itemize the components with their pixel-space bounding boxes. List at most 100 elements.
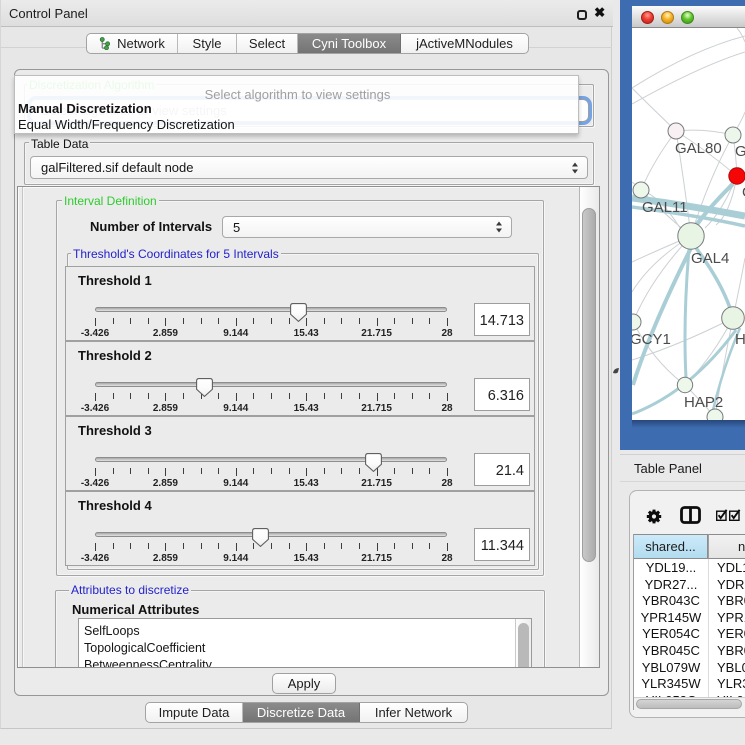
minor-tick	[253, 318, 254, 324]
network-node-h[interactable]	[722, 307, 745, 330]
split-view-icon[interactable]	[680, 506, 701, 524]
attribute-item-selfloops[interactable]: SelfLoops	[84, 624, 140, 638]
minor-tick	[148, 543, 149, 549]
threshold-4-panel: Threshold 4-3.4262.8599.14415.4321.71528…	[65, 491, 535, 566]
minor-tick	[429, 543, 430, 549]
minor-tick	[148, 468, 149, 474]
table-data-combobox[interactable]: galFiltered.sif default node	[30, 156, 588, 179]
network-node-gal4[interactable]	[678, 223, 704, 249]
tick-label: 15.43	[294, 553, 319, 564]
cell-shared-name: YBR045C	[634, 643, 708, 658]
attributes-list-scrollbar[interactable]	[515, 619, 531, 668]
popup-hint-item[interactable]: Select algorithm to view settings	[18, 87, 577, 102]
combo-arrows-icon	[495, 221, 503, 233]
network-node-ga[interactable]	[725, 127, 741, 143]
attributes-list-scrollbar-thumb[interactable]	[518, 623, 529, 668]
network-canvas[interactable]: GAL80GAGGAL11GAL4GCY1HHAP2	[632, 28, 745, 420]
network-node-hap2[interactable]	[677, 377, 692, 392]
column-header-shared-name[interactable]: shared...	[634, 534, 708, 559]
network-edge	[632, 88, 676, 131]
threshold-4-slider-thumb[interactable]	[252, 528, 269, 547]
float-window-icon[interactable]	[577, 10, 587, 20]
threshold-3-slider-track[interactable]	[95, 457, 447, 462]
major-tick	[236, 543, 237, 551]
minor-tick	[412, 393, 413, 399]
threshold-1-slider-track[interactable]	[95, 307, 447, 312]
table-horizontal-scrollbar[interactable]	[634, 697, 745, 710]
tick-label: -3.426	[81, 478, 109, 489]
popup-item-equal-width[interactable]: Equal Width/Frequency Discretization	[18, 117, 235, 132]
threshold-4-value-field[interactable]: 11.344	[474, 528, 530, 561]
tab-network[interactable]: Network	[87, 34, 178, 53]
network-node-gcy1[interactable]	[632, 314, 641, 330]
tab-impute-data[interactable]: Impute Data	[146, 703, 243, 722]
tab-jactivemnodules[interactable]: jActiveMNodules	[401, 34, 528, 53]
table-horizontal-scrollbar-thumb[interactable]	[636, 699, 742, 709]
close-traffic-light-icon[interactable]	[641, 11, 654, 24]
network-edge	[632, 36, 745, 88]
tab-select[interactable]: Select	[237, 34, 298, 53]
tick-label: 21.715	[361, 328, 392, 339]
major-tick	[447, 468, 448, 476]
minor-tick	[218, 468, 219, 474]
threshold-4-slider-track[interactable]	[95, 532, 447, 537]
threshold-1-value-field[interactable]: 14.713	[474, 303, 530, 336]
table-row[interactable]: YPR145WYPR1	[634, 610, 745, 627]
minor-tick	[130, 468, 131, 474]
network-node-gal11[interactable]	[633, 182, 649, 198]
minor-tick	[218, 393, 219, 399]
tick-label: 15.43	[294, 328, 319, 339]
settings-vertical-scrollbar-thumb[interactable]	[582, 208, 596, 562]
gear-icon[interactable]	[646, 509, 662, 524]
number-of-intervals-combobox[interactable]: 5	[222, 216, 512, 238]
checkbox-icon[interactable]	[729, 509, 741, 521]
table-row[interactable]: YDL19...YDL1	[634, 560, 745, 577]
control-panel-window: Control Panel ✖ NetworkStyleSelectCyni T…	[0, 0, 612, 729]
cyni-toolbox-panel: Discretization Algorithm Select algorith…	[14, 69, 609, 696]
mouse-cursor	[612, 367, 622, 377]
threshold-4-label: Threshold 4	[78, 498, 152, 513]
minor-tick	[324, 468, 325, 474]
zoom-traffic-light-icon[interactable]	[681, 11, 694, 24]
tick-label: 21.715	[361, 553, 392, 564]
threshold-1-slider-thumb[interactable]	[290, 303, 307, 322]
network-node-gal80[interactable]	[668, 123, 684, 139]
table-row[interactable]: YLR345WYLR3	[634, 676, 745, 693]
tab-style[interactable]: Style	[178, 34, 237, 53]
checkbox-icon[interactable]	[716, 509, 728, 521]
major-tick	[95, 318, 96, 326]
table-row[interactable]: YBR045CYBR0	[634, 643, 745, 660]
network-node[interactable]	[707, 409, 723, 420]
table-row[interactable]: YBR043CYBR0	[634, 593, 745, 610]
threshold-2-slider-track[interactable]	[95, 382, 447, 387]
minor-tick	[218, 318, 219, 324]
network-edge	[676, 130, 733, 135]
tab-discretize-data[interactable]: Discretize Data	[243, 703, 360, 722]
minor-tick	[324, 318, 325, 324]
threshold-2-slider-thumb[interactable]	[196, 378, 213, 397]
attribute-item-betweennesscentrality[interactable]: BetweennessCentrality	[84, 658, 212, 668]
popup-item-manual-discretization[interactable]: Manual Discretization	[18, 101, 152, 116]
apply-button[interactable]: Apply	[272, 673, 336, 694]
tab-infer-network[interactable]: Infer Network	[360, 703, 467, 722]
minimize-traffic-light-icon[interactable]	[661, 11, 674, 24]
tab-cyni-toolbox[interactable]: Cyni Toolbox	[298, 34, 401, 53]
column-header-name[interactable]: n	[708, 534, 745, 559]
minor-tick	[429, 318, 430, 324]
threshold-3-value-field[interactable]: 21.4	[474, 453, 530, 486]
table-row[interactable]: YBL079WYBL0	[634, 660, 745, 677]
threshold-2-value-field[interactable]: 6.316	[474, 378, 530, 411]
tick-label: 28	[441, 478, 452, 489]
attribute-item-topologicalcoefficient[interactable]: TopologicalCoefficient	[84, 641, 205, 655]
close-icon[interactable]: ✖	[594, 5, 605, 21]
cell-name: YLR3	[717, 676, 745, 691]
threshold-3-slider-thumb[interactable]	[365, 453, 382, 472]
table-row[interactable]: YDR27...YDR2	[634, 577, 745, 594]
network-node-g[interactable]	[729, 168, 745, 184]
settings-scrollpane: Interval Definition Number of Intervals …	[17, 186, 600, 668]
major-tick	[306, 468, 307, 476]
major-tick	[447, 393, 448, 401]
table-row[interactable]: YER054CYER0	[634, 626, 745, 643]
settings-vertical-scrollbar[interactable]	[579, 187, 599, 667]
node-table: shared... n YDL19...YDL1YDR27...YDR2YBR0…	[633, 534, 745, 710]
